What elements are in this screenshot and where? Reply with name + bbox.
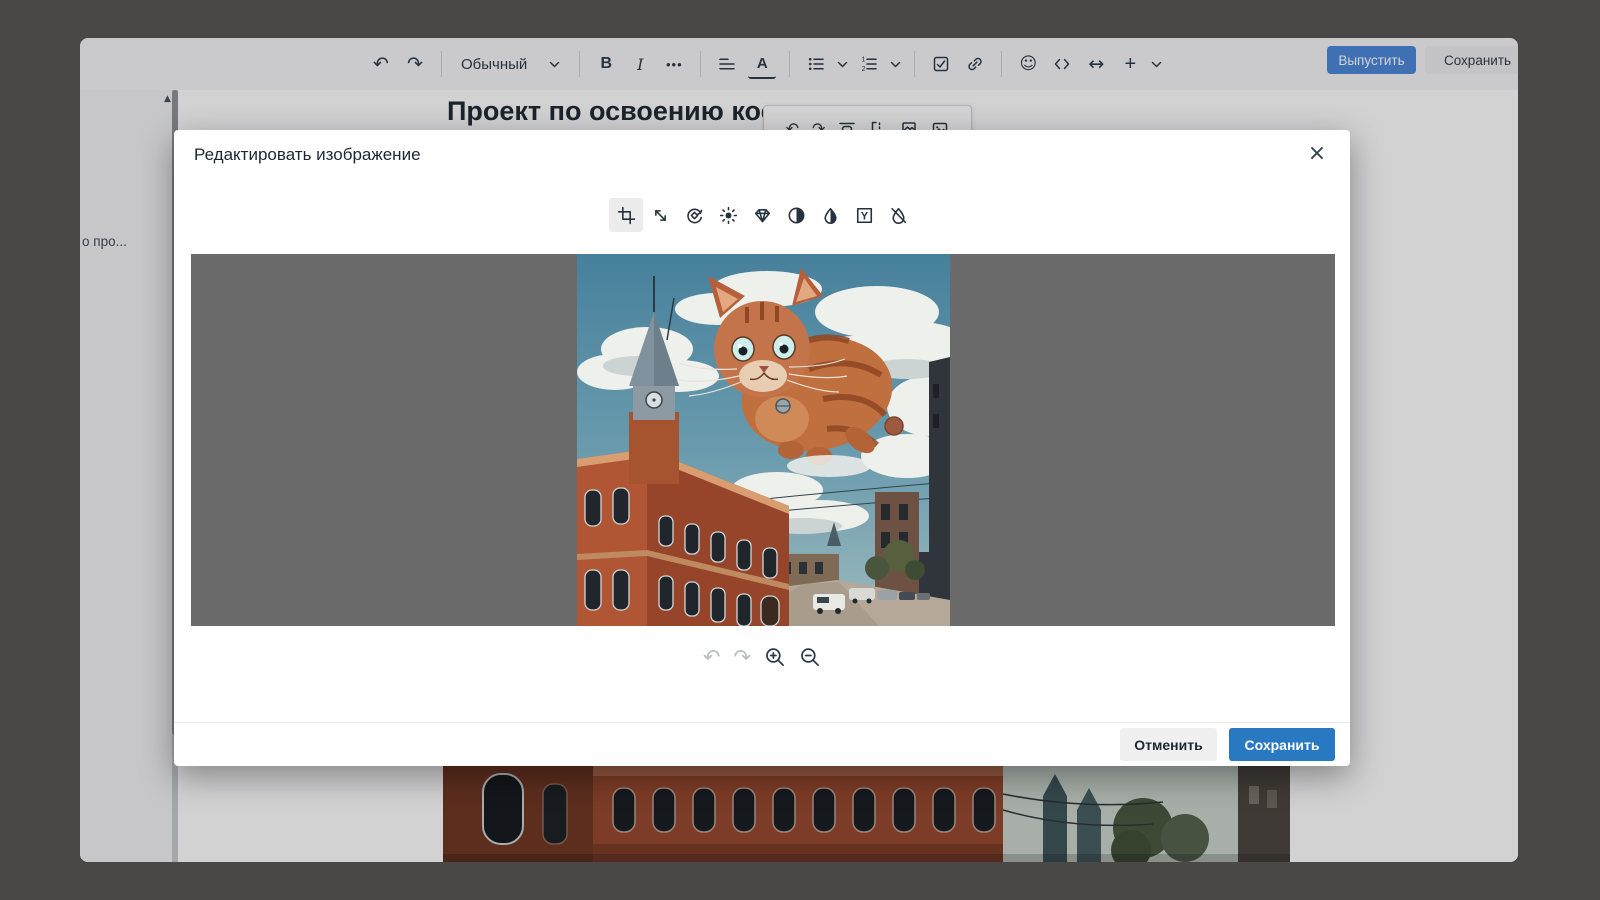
save-document-button[interactable]: Сохранить	[1425, 46, 1518, 74]
divider	[579, 51, 580, 77]
page-title: Проект по освоению кос	[447, 96, 776, 127]
rotate-tool-button[interactable]	[677, 198, 711, 232]
bold-button[interactable]: B	[593, 50, 619, 78]
text-color-button[interactable]: A	[748, 49, 776, 79]
more-formatting-button[interactable]: •••	[661, 50, 687, 78]
canvas-controls: ↶ ↷	[703, 646, 821, 668]
full-width-button[interactable]: ↔	[1083, 50, 1109, 78]
checkbox-list-button[interactable]	[928, 50, 954, 78]
align-text-button[interactable]	[714, 50, 740, 78]
chevron-down-icon[interactable]	[890, 61, 901, 68]
saturation-tool-button[interactable]	[813, 198, 847, 232]
zoom-out-icon[interactable]	[799, 646, 821, 668]
edit-canvas[interactable]	[191, 254, 1335, 626]
redo-icon[interactable]: ↷	[734, 647, 752, 668]
paragraph-style-select[interactable]: Обычный	[455, 56, 566, 73]
brightness-tool-button[interactable]	[711, 198, 745, 232]
cancel-button[interactable]: Отменить	[1120, 728, 1217, 761]
image-preview-cat-painting	[577, 254, 950, 626]
paragraph-style-value: Обычный	[461, 56, 527, 73]
svg-text:1: 1	[862, 57, 866, 64]
svg-text:Y: Y	[860, 210, 868, 222]
undo-icon[interactable]: ↶	[703, 647, 721, 668]
chevron-down-icon	[549, 61, 560, 68]
close-icon[interactable]: ×	[1304, 140, 1330, 166]
emoji-button[interactable]: ☺	[1015, 50, 1041, 78]
divider	[441, 51, 442, 77]
clarity-tool-button[interactable]	[745, 198, 779, 232]
numbered-list-button[interactable]: 1 2	[856, 50, 882, 78]
image-tools-toolbar: Y	[609, 198, 915, 232]
divider	[789, 51, 790, 77]
editor-toolbar: ↶ ↷ Обычный B I ••• A 1 2	[368, 38, 1162, 90]
italic-button[interactable]: I	[627, 50, 653, 78]
svg-text:2: 2	[862, 66, 866, 73]
sidebar: о про... Astore	[80, 90, 172, 862]
divider	[914, 51, 915, 77]
chevron-down-icon[interactable]	[837, 61, 848, 68]
sidebar-item[interactable]: о про...	[80, 232, 176, 251]
zoom-in-icon[interactable]	[764, 646, 786, 668]
divider	[1001, 51, 1002, 77]
collapse-sidebar-button[interactable]: ▲	[164, 95, 171, 104]
link-button[interactable]	[962, 50, 988, 78]
grayscale-tool-button[interactable]: Y	[847, 198, 881, 232]
chevron-down-icon[interactable]	[1151, 61, 1162, 68]
undo-icon[interactable]: ↶	[368, 50, 394, 78]
publish-button[interactable]: Выпустить	[1327, 46, 1416, 74]
save-button[interactable]: Сохранить	[1229, 728, 1335, 761]
code-button[interactable]	[1049, 50, 1075, 78]
edit-image-modal: Редактировать изображение ×	[174, 130, 1350, 766]
modal-footer: Отменить Сохранить	[174, 722, 1350, 766]
insert-block-button[interactable]: +	[1117, 50, 1143, 78]
redo-icon[interactable]: ↷	[402, 50, 428, 78]
resize-tool-button[interactable]	[643, 198, 677, 232]
bullet-list-button[interactable]	[803, 50, 829, 78]
street-painting-crop	[443, 766, 1290, 862]
document-image[interactable]	[443, 766, 1290, 862]
crop-tool-button[interactable]	[609, 198, 643, 232]
modal-title: Редактировать изображение	[194, 145, 421, 165]
contrast-tool-button[interactable]	[779, 198, 813, 232]
divider	[700, 51, 701, 77]
discolor-tool-button[interactable]	[881, 198, 915, 232]
